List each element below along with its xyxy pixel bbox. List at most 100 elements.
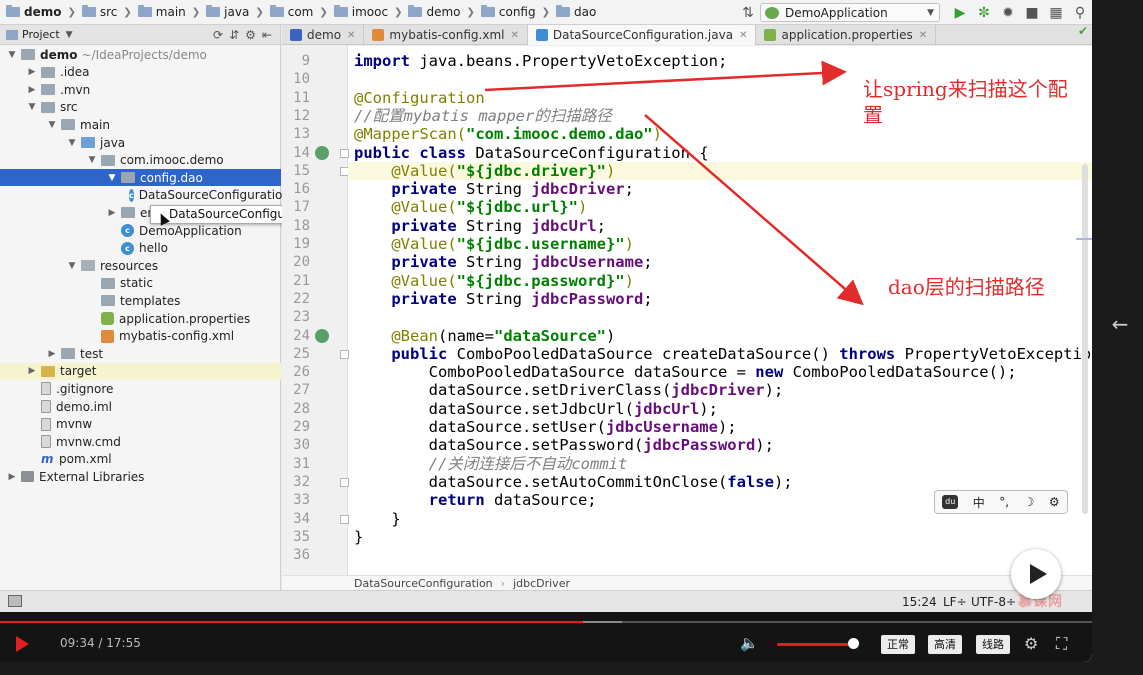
caret-position[interactable]: 15:24 — [902, 595, 937, 609]
tree-item[interactable]: ▼ src — [0, 99, 281, 116]
chevron-right-icon[interactable]: ▶ — [26, 67, 38, 77]
tree-item[interactable]: templates — [0, 292, 281, 309]
close-icon[interactable]: ✕ — [919, 30, 927, 41]
tree-item[interactable]: ▼ config.dao — [0, 169, 281, 187]
chevron-down-icon[interactable]: ▼ — [66, 30, 73, 40]
line-number[interactable]: 22 — [282, 290, 310, 308]
tree-item[interactable]: DataSourceConfiguration — [0, 187, 290, 204]
tree-item[interactable]: mvnw.cmd — [0, 433, 281, 450]
tree-item[interactable]: ▶ External Libraries — [0, 468, 281, 485]
fullscreen-icon[interactable]: ⛶ — [1056, 634, 1067, 654]
tree-item[interactable]: ▼ java — [0, 134, 281, 151]
chevron-down-icon[interactable]: ▼ — [6, 50, 18, 60]
gear-icon[interactable]: ⚙ — [1049, 495, 1060, 509]
tree-item[interactable]: mvnw — [0, 416, 281, 433]
chevron-right-icon[interactable]: ▶ — [26, 85, 38, 95]
fold-marker[interactable] — [340, 477, 349, 487]
gear-icon[interactable]: ⚙ — [245, 28, 256, 42]
route-button[interactable]: 线路 — [976, 635, 1010, 654]
line-number[interactable]: 30 — [282, 436, 310, 454]
breadcrumb-field[interactable]: jdbcDriver — [513, 577, 570, 590]
sync-icon[interactable]: ⟳ — [213, 28, 223, 42]
line-number[interactable]: 32 — [282, 473, 310, 491]
file-encoding[interactable]: UTF-8÷ — [971, 595, 1016, 609]
line-number[interactable]: 28 — [282, 400, 310, 418]
line-number[interactable]: 31 — [282, 455, 310, 473]
chevron-right-icon[interactable]: ▶ — [106, 208, 118, 218]
line-number[interactable]: 36 — [282, 546, 310, 564]
speed-button[interactable]: 正常 — [881, 635, 915, 654]
hide-panel-icon[interactable]: ⇤ — [262, 28, 272, 42]
close-icon[interactable]: ✕ — [510, 30, 518, 41]
editor-tab[interactable]: application.properties ✕ — [756, 25, 937, 45]
chevron-down-icon[interactable]: ▼ — [46, 120, 58, 130]
breadcrumb-item[interactable]: dao — [550, 0, 596, 25]
tree-item[interactable]: ▶ .mvn — [0, 81, 281, 98]
tree-item[interactable]: ▼ main — [0, 116, 281, 133]
tool-windows-icon[interactable] — [8, 595, 22, 607]
tree-item[interactable]: ▼ com.imooc.demo — [0, 152, 281, 169]
line-number[interactable]: 10 — [282, 70, 310, 88]
editor-tab[interactable]: DataSourceConfiguration.java ✕ — [527, 25, 757, 45]
spring-bean-icon[interactable] — [315, 328, 329, 343]
volume-icon[interactable]: 🔈 — [740, 634, 759, 652]
breadcrumb-item[interactable]: demo ❯ — [402, 0, 475, 25]
chevron-down-icon[interactable]: ▼ — [86, 155, 98, 165]
gear-icon[interactable]: ⚙ — [1024, 634, 1038, 653]
chevron-right-icon[interactable]: ▶ — [26, 366, 38, 376]
progress-played[interactable] — [0, 621, 584, 623]
project-structure-icon[interactable]: ▦ — [1044, 2, 1068, 24]
line-number[interactable]: 33 — [282, 491, 310, 509]
tree-item[interactable]: demo.iml — [0, 398, 281, 415]
ime-mode[interactable]: 中 — [973, 494, 985, 511]
breadcrumb-class[interactable]: DataSourceConfiguration — [354, 577, 493, 590]
line-separator[interactable]: LF÷ — [943, 595, 967, 609]
line-number[interactable]: 13 — [282, 125, 310, 143]
spring-bean-icon[interactable] — [315, 145, 329, 160]
tree-item[interactable]: pom.xml — [0, 451, 281, 468]
line-number[interactable]: 24 — [282, 327, 310, 345]
chevron-down-icon[interactable]: ▼ — [66, 261, 78, 271]
run-config-select[interactable]: DemoApplication ▼ — [760, 3, 940, 22]
editor-tab[interactable]: demo ✕ — [282, 25, 365, 45]
tree-item[interactable]: application.properties — [0, 310, 281, 327]
tree-item[interactable]: .gitignore — [0, 380, 281, 397]
moon-icon[interactable]: ☽ — [1024, 495, 1035, 509]
chevron-right-icon[interactable]: ▶ — [46, 349, 58, 359]
line-number[interactable]: 34 — [282, 510, 310, 528]
line-number[interactable]: 16 — [282, 180, 310, 198]
line-number[interactable]: 25 — [282, 345, 310, 363]
build-icon[interactable]: ⇅ — [736, 2, 760, 24]
tree-item[interactable]: ▼ demo ~/IdeaProjects/demo — [0, 46, 281, 63]
breadcrumb-item[interactable]: com ❯ — [264, 0, 328, 25]
fold-marker[interactable] — [340, 514, 349, 524]
breadcrumb-item[interactable]: java ❯ — [200, 0, 264, 25]
debug-icon[interactable]: ✼ — [972, 2, 996, 24]
chevron-down-icon[interactable]: ▼ — [66, 138, 78, 148]
breadcrumb-item[interactable]: imooc ❯ — [328, 0, 402, 25]
run-icon[interactable]: ▶ — [948, 2, 972, 24]
ime-logo-icon[interactable]: du — [942, 495, 959, 509]
tree-item[interactable]: ▶ test — [0, 345, 281, 362]
close-icon[interactable]: ✕ — [739, 30, 747, 41]
editor-scrollbar[interactable] — [1082, 164, 1088, 514]
chevron-down-icon[interactable]: ▼ — [26, 102, 38, 112]
search-icon[interactable]: ⚲ — [1068, 2, 1092, 24]
close-icon[interactable]: ✕ — [347, 30, 355, 41]
line-number[interactable]: 14 — [282, 144, 310, 162]
breadcrumb-item[interactable]: main ❯ — [132, 0, 200, 25]
play-icon[interactable] — [16, 636, 29, 652]
ime-toolbar[interactable]: du 中 °, ☽ ⚙ — [934, 490, 1068, 514]
ime-punctuation[interactable]: °, — [999, 495, 1009, 509]
line-number[interactable]: 18 — [282, 217, 310, 235]
line-number[interactable]: 9 — [282, 52, 310, 70]
line-number[interactable]: 19 — [282, 235, 310, 253]
editor-tab[interactable]: mybatis-config.xml ✕ — [364, 25, 528, 45]
line-number[interactable]: 20 — [282, 253, 310, 271]
tree-item[interactable]: ▶ target — [0, 362, 281, 380]
tree-item[interactable]: hello — [0, 240, 281, 257]
quality-button[interactable]: 高清 — [928, 635, 962, 654]
line-number[interactable]: 12 — [282, 107, 310, 125]
fold-marker[interactable] — [340, 349, 349, 359]
breadcrumb-item[interactable]: src ❯ — [76, 0, 132, 25]
